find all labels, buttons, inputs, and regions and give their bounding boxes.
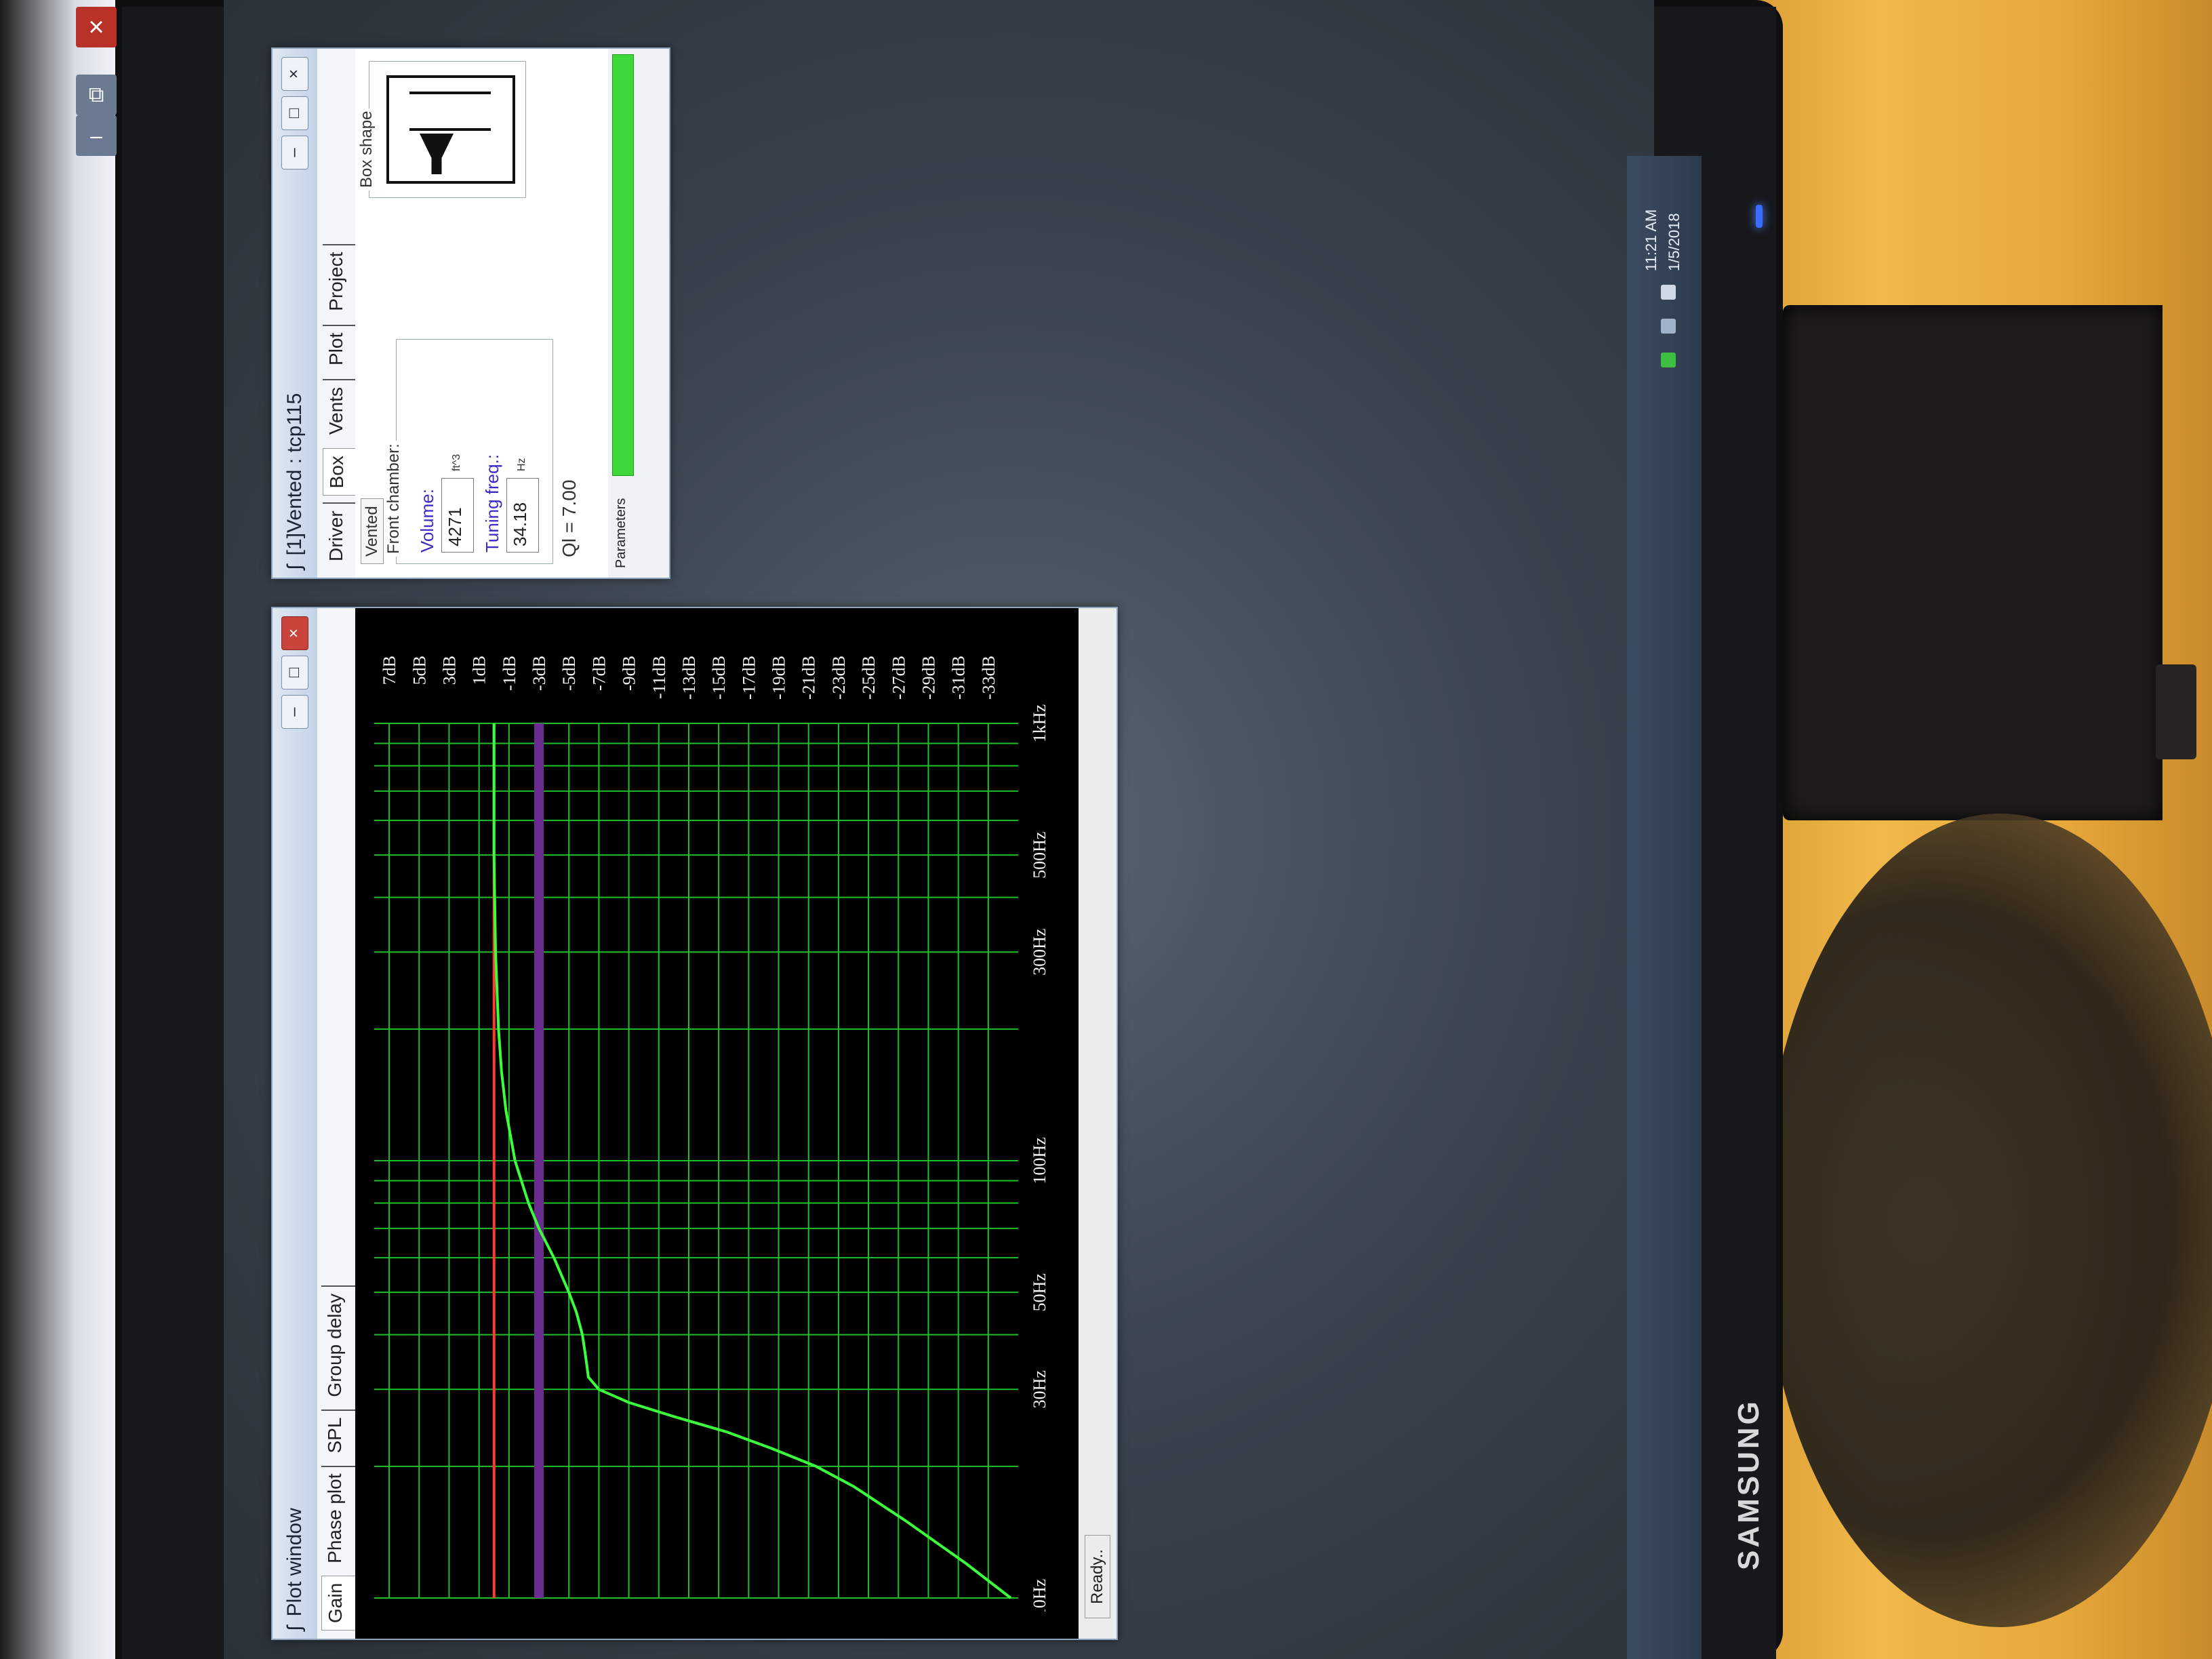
tray-clock[interactable]: 11:21 AM 1/5/2018 <box>1641 183 1695 278</box>
ql-value: Ql = 7.00 <box>559 479 580 557</box>
front-chamber-group: Front chamber: Volume: 4271 ft^3 Tuning … <box>384 339 553 564</box>
parameters-bar: Parameters <box>608 49 669 578</box>
y-tick-label: -33dB <box>979 656 999 700</box>
x-tick-label: 500Hz <box>1030 832 1049 879</box>
y-tick-label: 5dB <box>409 656 429 685</box>
tab-phase-plot[interactable]: Phase plot <box>321 1465 355 1570</box>
x-tick-label: 10Hz <box>1030 1579 1049 1612</box>
tab-plot[interactable]: Plot <box>323 324 355 373</box>
tab-box[interactable]: Box <box>323 448 355 496</box>
monitor-brand: SAMSUNG <box>1732 1399 1765 1571</box>
tab-driver[interactable]: Driver <box>323 502 355 568</box>
plot-titlebar[interactable]: ʃ Plot window – □ × <box>273 608 317 1639</box>
y-tick-label: -27dB <box>889 656 908 700</box>
y-tick-label: -11dB <box>649 656 669 699</box>
y-tick-label: -23dB <box>829 656 849 700</box>
minimize-button[interactable]: – <box>281 136 308 169</box>
y-tick-label: 7dB <box>380 656 399 685</box>
box-shape-diagram <box>386 75 515 184</box>
maximize-button[interactable]: □ <box>281 96 308 130</box>
volume-input[interactable]: 4271 <box>441 478 474 553</box>
clock-date: 1/5/2018 <box>1666 213 1683 271</box>
volume-unit: ft^3 <box>451 454 462 471</box>
y-tick-label: -29dB <box>919 656 938 700</box>
front-chamber-label: Front chamber: <box>384 441 403 557</box>
tuning-freq-label: Tuning freq.: <box>482 454 502 553</box>
box-shape-group: Box shape <box>357 61 526 198</box>
clock-time: 11:21 AM <box>1643 209 1660 271</box>
x-tick-label: 30Hz <box>1030 1370 1049 1408</box>
vented-window: ʃ [1]Vented : tcp115 – □ × Driver Box Ve… <box>271 47 670 579</box>
outer-minimize-button[interactable]: – <box>76 115 117 156</box>
y-tick-label: -21dB <box>799 656 819 700</box>
driver-icon <box>420 134 454 174</box>
parameters-indicator <box>612 54 634 476</box>
x-tick-label: 300Hz <box>1030 929 1049 976</box>
tab-vents[interactable]: Vents <box>323 379 355 442</box>
y-tick-label: -15dB <box>709 656 729 700</box>
tuning-freq-unit: Hz <box>516 458 527 471</box>
vented-tabs: Driver Box Vents Plot Project <box>317 49 355 578</box>
status-bar: Ready.. <box>1079 608 1117 1639</box>
vented-titlebar[interactable]: ʃ [1]Vented : tcp115 – □ × <box>273 49 317 578</box>
network-icon[interactable] <box>1661 319 1676 334</box>
outer-close-button[interactable]: × <box>76 7 117 47</box>
tab-gain[interactable]: Gain <box>321 1575 355 1631</box>
vented-title: [1]Vented : tcp115 <box>283 393 306 556</box>
y-tick-label: 1dB <box>470 656 489 685</box>
y-tick-label: -13dB <box>679 656 699 700</box>
gain-plot-svg: 7dB 5dB 3dB 1dB -1dB -3dB -5dB -7dB -9dB -11dB -13… <box>374 656 1049 1617</box>
app-tray-icon[interactable] <box>1661 353 1676 367</box>
minimize-button[interactable]: – <box>281 695 308 729</box>
plot-window: ʃ Plot window – □ × Gain Phase plot SPL … <box>271 607 1118 1640</box>
app-icon: ʃ <box>283 1626 306 1631</box>
tuning-freq-input[interactable]: 34.18 <box>506 478 539 553</box>
vented-body: Vented Front chamber: Volume: 4271 ft^3 … <box>355 49 626 578</box>
y-tick-label: -1dB <box>500 656 519 691</box>
volume-label: Volume: <box>417 489 437 553</box>
y-tick-label: 3dB <box>439 656 459 685</box>
tab-project[interactable]: Project <box>323 243 355 318</box>
speaker <box>1783 305 2163 820</box>
taskbar <box>1627 156 1702 1659</box>
power-led-icon <box>1756 205 1763 228</box>
plot-tabs: Gain Phase plot SPL Group delay <box>317 608 355 1639</box>
close-button[interactable]: × <box>281 616 308 650</box>
plot-title: Plot window <box>283 1508 306 1617</box>
x-tick-label: 100Hz <box>1030 1137 1049 1184</box>
outer-window-edge <box>0 0 115 1659</box>
app-icon: ʃ <box>283 565 306 569</box>
volume-icon[interactable] <box>1661 285 1676 300</box>
outer-restore-button[interactable]: ⧉ <box>76 75 117 115</box>
port-icon <box>409 92 491 131</box>
x-tick-label: 1kHz <box>1030 704 1049 742</box>
y-tick-label: -3dB <box>529 656 549 691</box>
box-type-select[interactable]: Vented <box>361 498 384 564</box>
monitor-stand <box>1763 814 2212 1627</box>
tab-spl[interactable]: SPL <box>321 1409 355 1460</box>
y-tick-label: -7dB <box>589 656 609 691</box>
x-tick-label: 50Hz <box>1030 1273 1049 1311</box>
speaker-logo <box>2156 664 2196 759</box>
y-tick-label: -5dB <box>559 656 579 691</box>
close-button[interactable]: × <box>281 57 308 91</box>
box-shape-label: Box shape <box>357 108 376 191</box>
status-text: Ready.. <box>1085 1535 1110 1618</box>
y-tick-label: -31dB <box>949 656 969 700</box>
tab-group-delay[interactable]: Group delay <box>321 1285 355 1404</box>
y-tick-label: -17dB <box>739 656 759 700</box>
maximize-button[interactable]: □ <box>281 656 308 689</box>
y-tick-label: -19dB <box>769 656 789 700</box>
parameters-label: Parameters <box>614 498 628 568</box>
y-tick-label: -9dB <box>620 656 639 691</box>
gain-plot: 7dB 5dB 3dB 1dB -1dB -3dB -5dB -7dB -9dB -11dB -13… <box>367 649 1059 1617</box>
y-tick-label: -25dB <box>859 656 879 700</box>
